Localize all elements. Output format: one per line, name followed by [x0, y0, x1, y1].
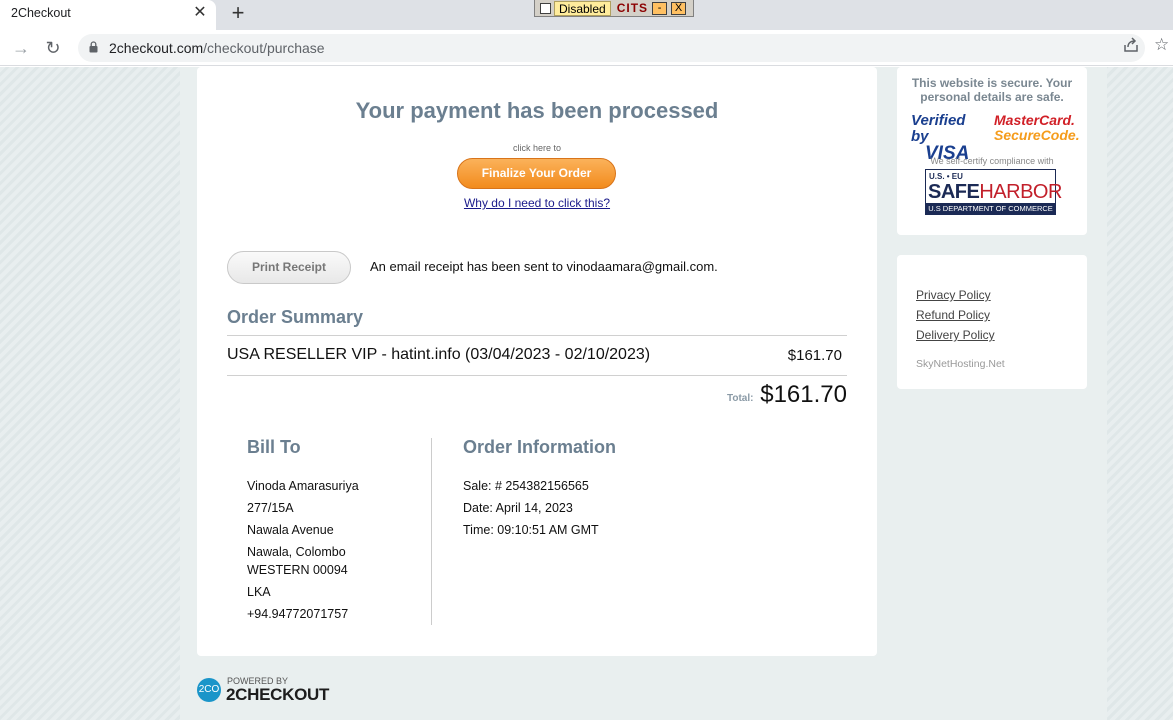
sh-harbor: HARBOR	[979, 181, 1062, 203]
browser-toolbar: → ↻ 2checkout.com/checkout/purchase ☆	[0, 30, 1173, 66]
page-background: Your payment has been processed click he…	[0, 67, 1173, 720]
divider	[227, 375, 847, 376]
order-information-title: Order Information	[463, 437, 617, 457]
bill-to-line: Nawala, Colombo	[247, 545, 346, 559]
mc-line1: MasterCard.	[994, 112, 1075, 128]
close-button[interactable]: X	[671, 1, 687, 15]
mastercard-securecode-logo: MasterCard. SecureCode.	[994, 112, 1080, 147]
powered-by-2checkout: 2CO POWERED BY 2CHECKOUT	[197, 676, 337, 704]
finalize-order-button[interactable]: Finalize Your Order	[457, 158, 616, 189]
receipt-card: Your payment has been processed click he…	[197, 67, 877, 656]
sh-top-text: U.S. • EU	[929, 172, 963, 181]
refund-policy-link[interactable]: Refund Policy	[916, 308, 990, 322]
why-click-link[interactable]: Why do I need to click this?	[197, 196, 877, 210]
share-icon[interactable]	[1122, 36, 1140, 54]
bill-to-line: WESTERN 00094	[247, 563, 348, 577]
close-tab-icon[interactable]: ✕	[190, 3, 210, 23]
2co-logo-icon: 2CO	[197, 678, 221, 702]
total-label: Total:	[727, 393, 754, 404]
order-time: Time: 09:10:51 AM GMT	[463, 523, 599, 537]
print-receipt-button[interactable]: Print Receipt	[227, 251, 351, 284]
click-here-hint: click here to	[512, 143, 562, 153]
order-date: Date: April 14, 2023	[463, 501, 573, 515]
bill-to-line: 277/15A	[247, 501, 294, 515]
back-arrow-icon[interactable]: →	[9, 36, 33, 60]
tab-title: 2Checkout	[11, 6, 71, 20]
divider	[227, 335, 847, 336]
sh-main-text: SAFEHARBOR	[928, 181, 1062, 204]
2checkout-brand: 2CHECKOUT	[226, 685, 330, 704]
cits-label: CITS	[616, 1, 649, 15]
url-text: 2checkout.com/checkout/purchase	[109, 40, 325, 56]
sh-safe: SAFE	[928, 181, 980, 203]
order-summary-title: Order Summary	[227, 307, 364, 327]
email-receipt-note: An email receipt has been sent to vinoda…	[370, 259, 718, 274]
address-bar[interactable]: 2checkout.com/checkout/purchase	[78, 34, 1145, 62]
delivery-policy-link[interactable]: Delivery Policy	[916, 328, 995, 342]
bill-to-line: Vinoda Amarasuriya	[247, 479, 359, 493]
order-item-name: USA RESELLER VIP - hatint.info (03/04/20…	[227, 346, 651, 363]
page-title: Your payment has been processed	[355, 98, 719, 123]
url-domain: 2checkout.com	[109, 40, 204, 56]
merchant-name: SkyNetHosting.Net	[916, 358, 1005, 370]
sh-bottom-text: U.S DEPARTMENT OF COMMERCE	[926, 203, 1055, 214]
url-path: /checkout/purchase	[203, 40, 325, 56]
sale-number: Sale: # 254382156565	[463, 479, 589, 493]
disabled-checkbox-label: Disabled	[554, 0, 611, 16]
bookmark-star-icon[interactable]: ☆	[1154, 35, 1169, 55]
policy-panel: Privacy Policy Refund Policy Delivery Po…	[897, 255, 1087, 389]
vbv-line1: Verified by	[911, 112, 966, 145]
mc-line2: SecureCode.	[994, 127, 1080, 143]
privacy-policy-link[interactable]: Privacy Policy	[916, 288, 991, 302]
safe-harbor-badge: U.S. • EU SAFEHARBOR U.S DEPARTMENT OF C…	[925, 169, 1062, 215]
self-certify-text: We self-certify compliance with	[930, 156, 1054, 166]
bill-to-title: Bill To	[247, 437, 301, 457]
verified-by-visa-logo: Verified by VISA	[911, 112, 985, 164]
security-panel: This website is secure. Your personal de…	[897, 67, 1087, 235]
secure-site-text: This website is secure. Your personal de…	[911, 76, 1073, 104]
column-divider	[431, 438, 432, 625]
bill-to-line: +94.94772071757	[247, 607, 349, 621]
new-tab-icon[interactable]: +	[228, 1, 248, 25]
order-item-price: $161.70	[787, 347, 842, 364]
minimize-button[interactable]: -	[652, 1, 668, 15]
lock-icon	[89, 41, 98, 53]
total-amount: $161.70	[760, 381, 847, 408]
disabled-checkbox[interactable]	[540, 2, 551, 14]
reload-icon[interactable]: ↻	[41, 36, 65, 60]
browser-tab[interactable]: 2Checkout ✕	[0, 0, 216, 30]
bill-to-line: Nawala Avenue	[247, 523, 334, 537]
cits-widget: Disabled CITS - X	[534, 0, 694, 17]
bill-to-line: LKA	[247, 585, 271, 599]
